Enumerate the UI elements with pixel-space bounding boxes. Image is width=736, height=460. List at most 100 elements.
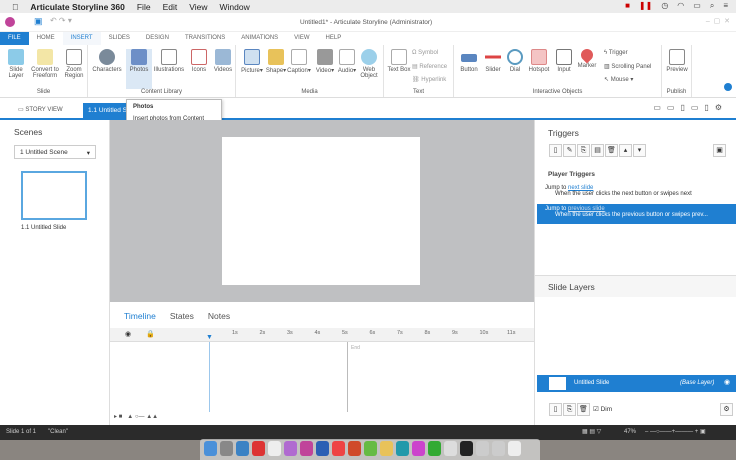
dock-app-icon[interactable] (300, 441, 313, 456)
dock-app-icon[interactable] (428, 441, 441, 456)
dock-app-icon[interactable] (252, 441, 265, 456)
timeline-controls[interactable]: ▸ ■ ▲ ○— ▲▲ (114, 413, 158, 420)
device-preview-icons[interactable]: ▭▭▯▭▯⚙ (653, 103, 728, 112)
symbol-button[interactable]: Ω Symbol (412, 50, 438, 56)
slide-canvas[interactable] (222, 137, 420, 285)
mouse-button[interactable]: ↖ Mouse ▾ (604, 76, 633, 83)
tab-view[interactable]: VIEW (286, 32, 317, 45)
dock-app-icon[interactable] (236, 441, 249, 456)
window-controls[interactable]: – ▢ ✕ (706, 17, 730, 25)
lock-icon[interactable]: 🔒 (146, 330, 155, 338)
end-marker[interactable] (347, 342, 348, 412)
new-trigger-icon[interactable]: ▯ (549, 144, 562, 157)
dim-checkbox[interactable]: ☑ Dim (593, 406, 612, 413)
playhead-icon[interactable]: ▼ (206, 334, 213, 341)
illustrations-button[interactable]: Illustrations (152, 49, 186, 73)
dock-app-icon[interactable] (316, 441, 329, 456)
new-layer-icon[interactable]: ▯ (549, 403, 562, 416)
dock-app-icon[interactable] (508, 441, 521, 456)
battery-icon[interactable]: ▭ (693, 1, 701, 11)
menu-view[interactable]: View (189, 2, 207, 12)
dock-app-icon[interactable] (204, 441, 217, 456)
save-icon[interactable]: ▣ (34, 16, 43, 27)
wifi-icon[interactable]: ◠ (677, 1, 684, 11)
dock-app-icon[interactable] (284, 441, 297, 456)
characters-button[interactable]: Characters (92, 49, 122, 73)
variables-icon[interactable]: ▣ (713, 144, 726, 157)
dock-app-icon[interactable] (460, 441, 473, 456)
zoom-region-button[interactable]: Zoom Region (61, 49, 87, 79)
dock-app-icon[interactable] (444, 441, 457, 456)
eye-icon[interactable]: ◉ (724, 378, 730, 386)
tab-home[interactable]: HOME (29, 32, 63, 45)
trigger-button[interactable]: ϟ Trigger (604, 50, 628, 56)
menu-window[interactable]: Window (220, 2, 250, 12)
dock-app-icon[interactable] (412, 441, 425, 456)
delete-icon[interactable]: 🗑 (605, 144, 618, 157)
convert-freeform-button[interactable]: Convert to Freeform (30, 49, 60, 79)
list-icon[interactable]: ≡ (723, 1, 728, 11)
slide-tab[interactable]: 1.1 Untitled Slide (83, 103, 128, 120)
edit-trigger-icon[interactable]: ✎ (563, 144, 576, 157)
videos-button[interactable]: Videos (210, 49, 236, 73)
slide-thumbnail[interactable] (21, 171, 87, 220)
web-object-button[interactable]: Web Object (356, 49, 382, 79)
hyperlink-button[interactable]: ⛓ Hyperlink (412, 76, 446, 83)
dock-app-icon[interactable] (364, 441, 377, 456)
text-box-button[interactable]: Text Box (386, 49, 412, 73)
layer-settings-icon[interactable]: ⚙ (720, 403, 733, 416)
dock-app-icon[interactable] (492, 441, 505, 456)
tab-animations[interactable]: ANIMATIONS (233, 32, 286, 45)
trigger-item-selected[interactable]: Jump to previous slide When the user cli… (537, 204, 736, 224)
tab-file[interactable]: FILE (0, 32, 29, 45)
dock-app-icon[interactable] (268, 441, 281, 456)
pause-icon[interactable]: ❚❚ (639, 1, 652, 11)
help-icon[interactable] (724, 83, 732, 91)
app-menu[interactable]: Articulate Storyline 360 (30, 2, 124, 12)
delete-layer-icon[interactable]: 🗑 (577, 403, 590, 416)
marker-button[interactable]: Marker (574, 46, 600, 69)
visibility-icon[interactable]: ◉ (125, 330, 131, 338)
move-down-icon[interactable]: ▾ (633, 144, 646, 157)
view-mode-icons[interactable]: ▦ ▤ ▽ (582, 428, 601, 435)
scrolling-panel-button[interactable]: ▥ Scrolling Panel (604, 63, 651, 70)
undo-icon[interactable]: ↶ ↷ ▾ (50, 16, 72, 25)
copy-icon[interactable]: ⎘ (577, 144, 590, 157)
apple-icon[interactable]:  (12, 2, 18, 12)
caption-button[interactable]: Caption▾ (286, 49, 312, 74)
dock-app-icon[interactable] (476, 441, 489, 456)
hotspot-button[interactable]: Hotspot (526, 49, 552, 73)
menu-edit[interactable]: Edit (163, 2, 178, 12)
slide-layer-button[interactable]: Slide Layer (3, 49, 29, 79)
scene-dropdown[interactable]: 1 Untitled Scene ▾ (14, 145, 96, 159)
tab-insert[interactable]: INSERT (62, 32, 101, 45)
dial-button[interactable]: Dial (502, 49, 528, 73)
dock-app-icon[interactable] (348, 441, 361, 456)
trigger-item[interactable]: Jump to next slide When the user clicks … (535, 184, 736, 204)
tab-timeline[interactable]: Timeline (124, 311, 156, 321)
reference-button[interactable]: ▤ Reference (412, 63, 447, 70)
picture-button[interactable]: Picture▾ (239, 49, 265, 74)
button-button[interactable]: Button (456, 49, 482, 73)
tab-slides[interactable]: SLIDES (101, 32, 138, 45)
tab-transitions[interactable]: TRANSITIONS (177, 32, 233, 45)
icons-button[interactable]: Icons (186, 49, 212, 73)
record-icon[interactable]: ■ (625, 1, 630, 11)
dock-app-icon[interactable] (220, 441, 233, 456)
base-layer-row[interactable]: Untitled Slide (Base Layer) ◉ (537, 375, 736, 392)
paste-icon[interactable]: ▤ (591, 144, 604, 157)
preview-button[interactable]: Preview (664, 49, 690, 73)
tab-design[interactable]: DESIGN (138, 32, 177, 45)
zoom-slider[interactable]: – —○——+——— + ▣ (645, 428, 706, 435)
search-icon[interactable]: ⌕ (710, 1, 714, 11)
dock-app-icon[interactable] (380, 441, 393, 456)
tab-help[interactable]: HELP (318, 32, 350, 45)
tab-notes[interactable]: Notes (208, 311, 230, 321)
duplicate-layer-icon[interactable]: ⎘ (563, 403, 576, 416)
story-view-tab[interactable]: ▭ STORY VIEW (18, 106, 63, 113)
clock-icon[interactable]: ◷ (661, 1, 668, 11)
dock-app-icon[interactable] (332, 441, 345, 456)
photos-button[interactable]: Photos (126, 49, 152, 89)
dock-app-icon[interactable] (396, 441, 409, 456)
move-up-icon[interactable]: ▴ (619, 144, 632, 157)
